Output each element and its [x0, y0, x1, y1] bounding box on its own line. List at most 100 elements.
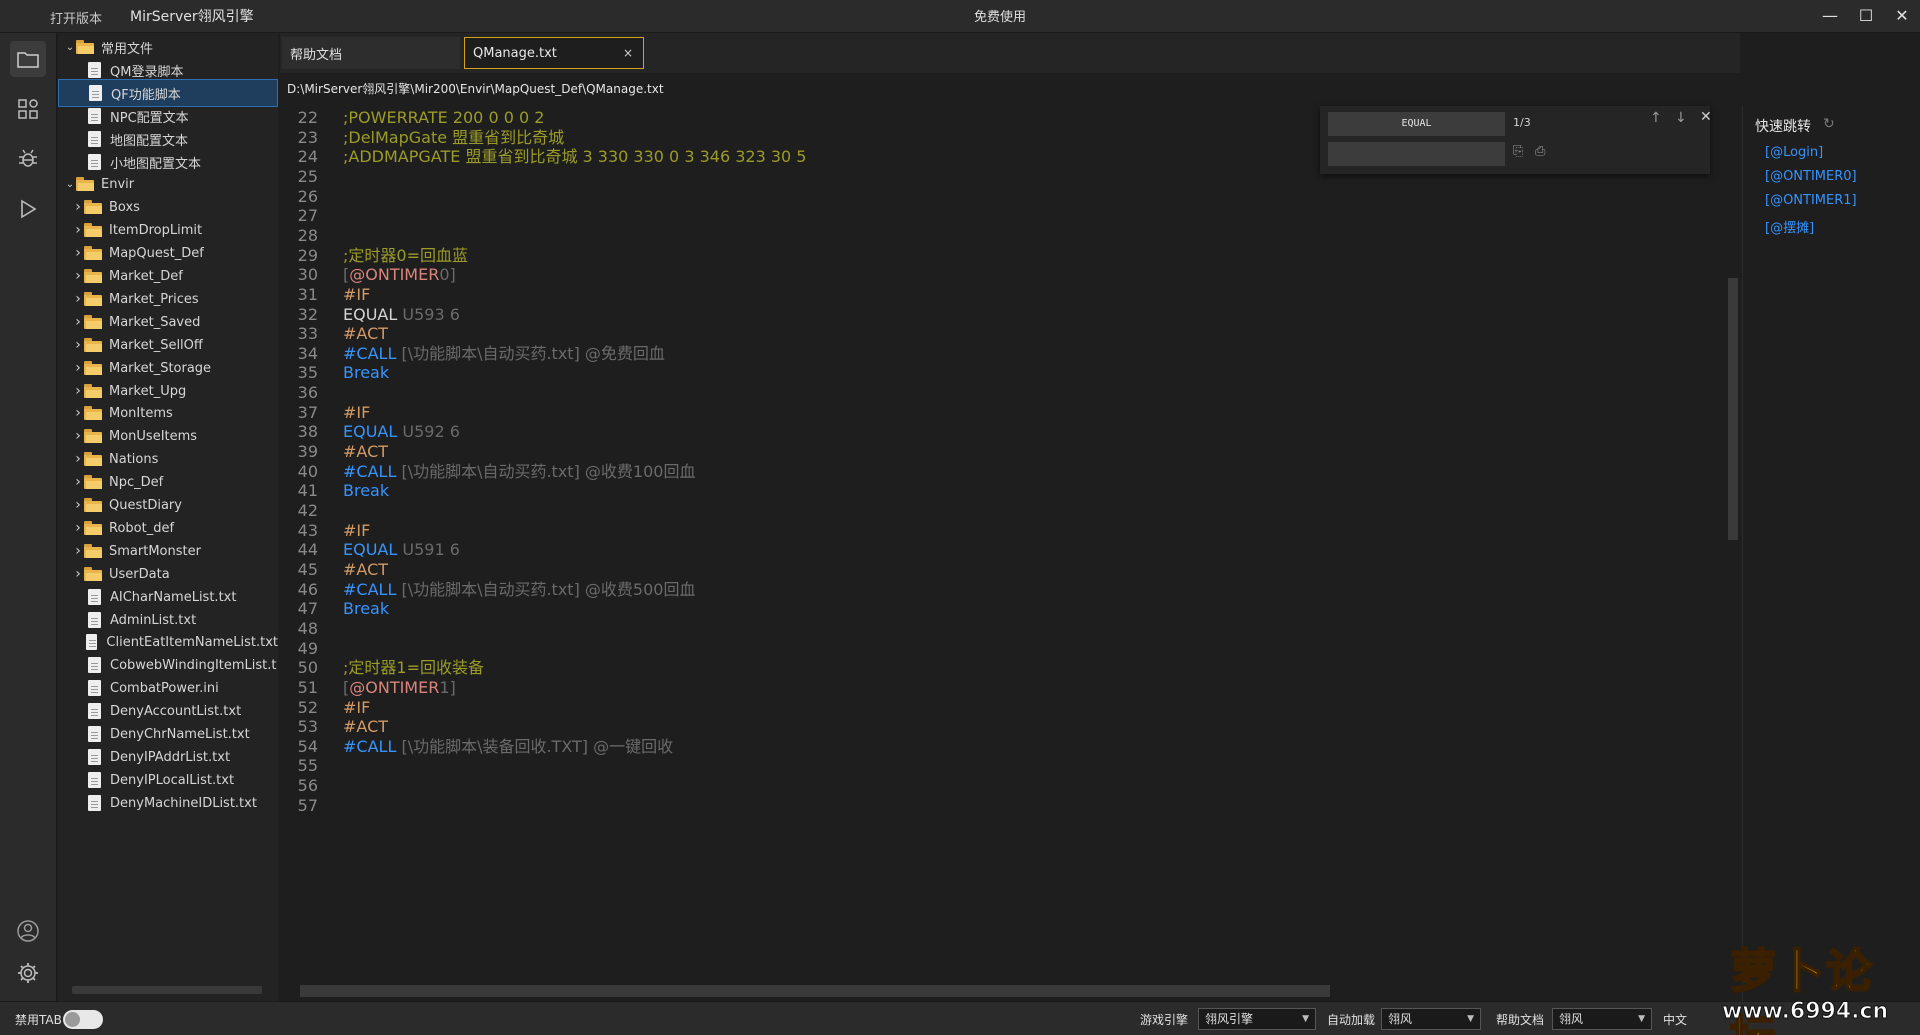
game-engine-select[interactable]: 翎风引擎 ▼ [1198, 1008, 1316, 1030]
game-engine-label: 游戏引擎 [1140, 1013, 1189, 1027]
toggle-knob [65, 1012, 80, 1027]
watermark-url: www.6994.cn [1721, 999, 1889, 1025]
file-icon [88, 108, 101, 124]
folder-icon [76, 177, 94, 191]
chevron-right-icon[interactable]: › [72, 360, 84, 376]
find-match-count: 1/3 [1513, 116, 1531, 129]
chevron-right-icon[interactable]: › [72, 337, 84, 353]
file-icon [89, 85, 102, 101]
maximize-button[interactable]: ☐ [1852, 4, 1880, 28]
extensions-button[interactable] [10, 91, 46, 127]
quick-jump-link[interactable]: [@ONTIMER1] [1765, 193, 1857, 208]
folder-icon [84, 223, 102, 237]
chevron-right-icon[interactable]: › [72, 474, 84, 490]
tab-close-icon[interactable]: × [623, 46, 633, 60]
chevron-down-icon[interactable]: ⌄ [64, 42, 76, 53]
tree-item-label: QF功能脚本 [111, 87, 181, 103]
find-input[interactable]: EQUAL [1328, 112, 1505, 136]
tree-item-label: 常用文件 [101, 41, 154, 57]
explorer-button[interactable] [10, 41, 46, 77]
chevron-right-icon[interactable]: › [72, 222, 84, 238]
quick-jump-link[interactable]: [@ONTIMER0] [1765, 169, 1857, 184]
minimize-button[interactable]: — [1816, 4, 1844, 28]
tree-item-label: MonUseItems [109, 428, 198, 444]
code-token: @ONTIMER [349, 265, 440, 284]
open-version-menu[interactable]: 打开版本 [50, 8, 102, 27]
autoload-value: 翎风 [1388, 1012, 1413, 1026]
chevron-right-icon[interactable]: › [72, 268, 84, 284]
tree-item-label: DenyIPAddrList.txt [110, 749, 231, 765]
tree-item-label: CobwebWindingItemList.t [110, 657, 277, 673]
find-widget: EQUAL 1/3 ↑ ↓ ✕ ⎘ ⎙ [1320, 106, 1712, 174]
previous-match-icon[interactable]: ↑ [1650, 110, 1662, 126]
help-doc-label: 帮助文档 [1496, 1013, 1545, 1027]
file-icon [88, 612, 101, 628]
status-bar: 禁用TAB 游戏引擎 翎风引擎 ▼ 自动加载 翎风 ▼ 帮助文档 翎风 ▼ 中文 [0, 1001, 1920, 1035]
editor-vertical-scrollbar[interactable] [1728, 278, 1738, 540]
folder-icon [84, 567, 102, 581]
folder-icon [84, 384, 102, 398]
chevron-right-icon[interactable]: › [72, 405, 84, 421]
code-token: ;POWERRATE 200 0 0 0 2 [343, 108, 545, 127]
refresh-icon[interactable]: ↻ [1823, 116, 1835, 132]
folder-icon [84, 544, 102, 558]
chevron-right-icon[interactable]: › [72, 428, 84, 444]
disable-tab-label: 禁用TAB [15, 1013, 62, 1027]
run-button[interactable] [10, 191, 46, 227]
settings-button[interactable] [10, 955, 46, 991]
chevron-right-icon[interactable]: › [72, 520, 84, 536]
run-icon [21, 199, 37, 219]
autoload-select[interactable]: 翎风 ▼ [1381, 1008, 1481, 1030]
tree-item-label: 小地图配置文本 [110, 156, 202, 172]
disable-tab-toggle[interactable] [63, 1010, 103, 1029]
tree-item-label: CombatPower.ini [110, 680, 219, 696]
title-bar: 打开版本 MirServer翎风引擎 免费使用 — ☐ ✕ [0, 0, 1920, 33]
next-match-icon[interactable]: ↓ [1675, 110, 1687, 126]
tree-item-label: AdminList.txt [110, 612, 197, 628]
code-token: 0] [439, 265, 456, 284]
explorer-scrollbar[interactable] [72, 986, 262, 994]
code-line[interactable]: 57 [280, 794, 1720, 818]
tab-qmanage[interactable]: QManage.txt × [464, 37, 644, 69]
editor-horizontal-scrollbar[interactable] [300, 985, 1330, 997]
chevron-right-icon[interactable]: › [72, 199, 84, 215]
tab-help-doc[interactable]: 帮助文档 [282, 37, 460, 69]
chevron-right-icon[interactable]: › [72, 383, 84, 399]
code-token: Break [343, 599, 390, 618]
code-token: #IF [343, 285, 371, 304]
chevron-right-icon[interactable]: › [72, 543, 84, 559]
chevron-right-icon[interactable]: › [72, 451, 84, 467]
quick-jump-title: 快速跳转 [1755, 119, 1811, 135]
debug-button[interactable] [10, 141, 46, 177]
file-icon [88, 154, 101, 170]
folder-icon [84, 246, 102, 260]
replace-input[interactable] [1328, 142, 1505, 166]
quick-jump-link[interactable]: [@摆摊] [1765, 217, 1814, 236]
chevron-down-icon[interactable]: ⌄ [64, 179, 76, 190]
chevron-right-icon[interactable]: › [72, 497, 84, 513]
account-button[interactable] [10, 913, 46, 949]
replace-all-icon[interactable]: ⎙ [1535, 144, 1545, 159]
replace-icon[interactable]: ⎘ [1513, 144, 1523, 159]
close-find-icon[interactable]: ✕ [1700, 109, 1712, 125]
file-icon [88, 749, 101, 765]
account-icon [17, 920, 39, 942]
chevron-down-icon: ▼ [1638, 1014, 1645, 1024]
tree-item-label: DenyIPLocalList.txt [110, 772, 235, 788]
explorer-file[interactable]: DenyMachineIDList.txt [58, 789, 278, 817]
chevron-right-icon[interactable]: › [72, 291, 84, 307]
chevron-right-icon[interactable]: › [72, 566, 84, 582]
folder-icon [17, 52, 39, 68]
help-doc-select[interactable]: 翎风 ▼ [1552, 1008, 1652, 1030]
tree-item-label: 地图配置文本 [110, 133, 189, 149]
folder-icon [84, 429, 102, 443]
quick-jump-link[interactable]: [@Login] [1765, 145, 1823, 160]
tree-item-label: UserData [109, 566, 170, 582]
tree-item-label: SmartMonster [109, 543, 201, 559]
tab-label: 帮助文档 [290, 47, 343, 63]
chevron-right-icon[interactable]: › [72, 314, 84, 330]
code-editor[interactable]: 22 ;POWERRATE 200 0 0 0 2 23 ;DelMapGate 盟重… [280, 106, 1728, 982]
close-window-button[interactable]: ✕ [1888, 4, 1916, 28]
folder-icon [84, 338, 102, 352]
chevron-right-icon[interactable]: › [72, 245, 84, 261]
